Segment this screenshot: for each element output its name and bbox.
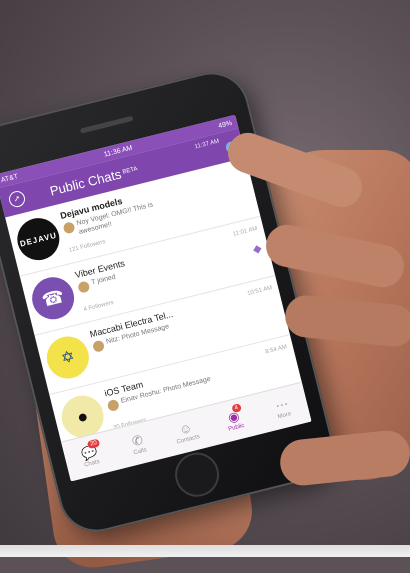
pin-icon <box>253 245 262 254</box>
chat-time: 11:01 AM <box>232 225 259 238</box>
tab-public[interactable]: ◉ 4 Public <box>212 403 256 436</box>
followers-count: 4 Followers <box>83 299 115 314</box>
chat-time: 10:51 AM <box>246 285 273 298</box>
chat-message: Noy Vogel: OMG!! This is awesome!! <box>75 201 154 236</box>
status-battery: 49% <box>217 119 233 130</box>
compass-icon[interactable]: ➚ <box>7 189 27 209</box>
tab-contacts[interactable]: ☺ Contacts <box>164 417 208 448</box>
followers-count: 121 Followers <box>68 239 107 254</box>
sender-avatar <box>91 339 106 353</box>
avatar: ☎ <box>27 272 79 324</box>
chat-time: 8:54 AM <box>264 344 288 356</box>
avatar: ✡ <box>42 332 94 383</box>
beta-label: BETA <box>122 166 139 176</box>
sender-avatar <box>77 280 91 294</box>
avatar: DEJAVU <box>12 213 64 265</box>
sender-avatar <box>106 398 120 413</box>
bottom-strip <box>0 545 410 557</box>
tab-chats[interactable]: 💬 20 Chats <box>68 438 112 472</box>
tab-more[interactable]: ⋯ More <box>261 393 305 424</box>
sender-avatar <box>62 221 76 235</box>
tab-calls[interactable]: ✆ Calls <box>116 429 160 460</box>
status-carrier: AT&T <box>0 172 19 184</box>
nav-time: 11:37 AM <box>194 138 220 151</box>
